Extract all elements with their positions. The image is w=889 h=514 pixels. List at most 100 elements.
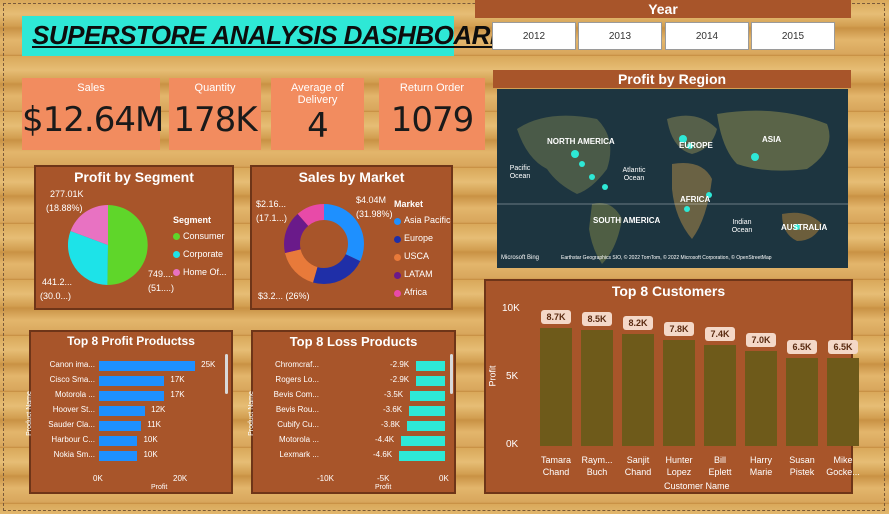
legend-usca-label[interactable]: USCA <box>404 251 429 261</box>
customer-name-label: Mike Gocke... <box>826 455 860 477</box>
profit-product-label: Motorola ... <box>54 390 95 399</box>
legend-home-office-label[interactable]: Home Of... <box>183 267 227 277</box>
kpi-sales-label: Sales <box>77 82 105 94</box>
top-profit-xlabel: Profit <box>151 484 168 491</box>
segment-pie[interactable] <box>68 205 148 285</box>
legend-asia-pacific-icon <box>394 218 401 225</box>
profit-region-map[interactable]: NORTH AMERICA EUROPE ASIA Pacific Ocean … <box>497 89 848 268</box>
market-label-bl: $3.2... (26%) <box>258 291 310 301</box>
market-label-tr: $4.04M <box>356 195 387 205</box>
loss-product-value: -3.5K <box>384 390 404 399</box>
customer-bar[interactable] <box>827 357 859 446</box>
kpi-sales-card: Sales $12.64M <box>22 78 164 150</box>
customer-bar[interactable] <box>704 345 736 446</box>
customer-bar[interactable] <box>622 334 654 446</box>
map-label-pacific: Pacific Ocean <box>509 165 531 180</box>
profit-product-label: Nokia Sm... <box>53 450 95 459</box>
customer-data-label: 8.5K <box>582 312 612 327</box>
loss-product-value: -4.6K <box>373 450 393 459</box>
segment-label-top-pct: (18.88%) <box>46 203 83 213</box>
customer-data-label: 7.0K <box>746 332 776 347</box>
customer-bar[interactable] <box>745 350 777 446</box>
pie-slice-consumer[interactable] <box>107 205 148 285</box>
profit-product-bar[interactable] <box>99 436 138 446</box>
kpi-return-value: 1079 <box>390 100 475 140</box>
kpi-quantity-value: 178K <box>173 100 257 140</box>
loss-product-value: -2.9K <box>390 375 410 384</box>
loss-product-label: Motorola ... <box>278 435 319 444</box>
customer-data-label: 8.2K <box>623 316 653 331</box>
segment-label-left: 441.2... <box>42 277 73 287</box>
profit-product-label: Sauder Cla... <box>48 420 95 429</box>
customer-name-label: Raym... Buch <box>581 455 613 477</box>
profit-product-bar[interactable] <box>99 361 196 371</box>
map-title: Profit by Region <box>493 70 851 88</box>
kpi-quantity-card: Quantity 178K <box>169 78 261 150</box>
legend-latam-label[interactable]: LATAM <box>404 269 433 279</box>
customer-name-label: Harry Marie <box>749 455 773 477</box>
kpi-delivery-value: 4 <box>307 106 329 146</box>
top-loss-xlabel: Profit <box>375 484 392 491</box>
year-option-2012[interactable]: 2012 <box>492 22 576 50</box>
loss-product-bar[interactable] <box>410 391 445 401</box>
loss-product-label: Cubify Cu... <box>277 420 319 429</box>
loss-product-bar[interactable] <box>416 376 445 386</box>
market-label-tl: $2.16... <box>256 199 287 209</box>
loss-product-bar[interactable] <box>401 436 445 446</box>
top-profit-bars[interactable]: Canon ima... 25K Cisco Sma... 17K Motorola .… <box>31 332 231 492</box>
profit-product-value: 17K <box>170 390 185 399</box>
top-customers-bars[interactable]: 8.7K Tamara Chand 8.5K Raym... Buch 8.2K Sanj… <box>486 281 860 492</box>
profit-product-bar[interactable] <box>99 406 146 416</box>
segment-label-top: 277.01K <box>50 189 84 199</box>
profit-product-value: 10K <box>143 450 158 459</box>
customer-name-label: Bill Eplett <box>708 455 732 477</box>
profit-product-label: Hoover St... <box>52 405 95 414</box>
profit-product-bar[interactable] <box>99 421 142 431</box>
legend-corporate-label[interactable]: Corporate <box>183 249 223 259</box>
market-donut[interactable] <box>282 202 366 286</box>
year-option-2013[interactable]: 2013 <box>578 22 662 50</box>
profit-product-bar[interactable] <box>99 376 165 386</box>
loss-product-label: Chromcraf... <box>274 360 319 369</box>
map-label-atlantic: Atlantic Ocean <box>622 167 646 182</box>
loss-product-bar[interactable] <box>409 406 445 416</box>
segment-title: Profit by Segment <box>74 169 194 185</box>
top-loss-xtick-2: 0K <box>439 474 449 483</box>
profit-product-bar[interactable] <box>99 451 138 461</box>
customer-bar[interactable] <box>663 339 695 446</box>
top-loss-scrollbar[interactable] <box>450 354 453 394</box>
loss-product-bar[interactable] <box>399 451 445 461</box>
legend-asia-pacific-label[interactable]: Asia Pacific <box>404 215 451 225</box>
loss-product-label: Bevis Rou... <box>275 405 319 414</box>
legend-home-office-icon <box>173 269 180 276</box>
loss-product-value: -4.4K <box>375 435 395 444</box>
kpi-sales-value: $12.64M <box>22 100 164 140</box>
legend-africa-label[interactable]: Africa <box>404 287 427 297</box>
legend-consumer-label[interactable]: Consumer <box>183 231 225 241</box>
customer-data-label: 7.4K <box>705 327 735 342</box>
legend-europe-label[interactable]: Europe <box>404 233 433 243</box>
year-option-2014[interactable]: 2014 <box>665 22 749 50</box>
year-option-2015[interactable]: 2015 <box>751 22 835 50</box>
top-customers-panel: Top 8 Customers Profit 10K 5K 0K 8.7K Tam… <box>484 279 860 494</box>
customer-bar[interactable] <box>581 330 613 446</box>
profit-product-bar[interactable] <box>99 391 165 401</box>
kpi-return-card: Return Order 1079 <box>379 78 485 150</box>
loss-product-bar[interactable] <box>416 361 445 371</box>
top-customers-xlabel: Customer Name <box>664 481 730 491</box>
top-loss-panel: Top 8 Loss Products Product Name Chromcr… <box>248 330 456 494</box>
market-panel: Sales by Market $2.16... (17.1...) $4.04… <box>250 165 453 310</box>
profit-product-label: Cisco Sma... <box>49 375 95 384</box>
customer-name-label: Tamara Chand <box>540 455 571 477</box>
customer-bar[interactable] <box>540 327 572 446</box>
loss-product-value: -2.9K <box>390 360 410 369</box>
customer-bar[interactable] <box>786 357 818 446</box>
top-loss-bars[interactable]: Chromcraf... -2.9K Rogers Lo... -2.9K Bevis … <box>253 332 453 492</box>
top-loss-xtick-1: -5K <box>377 474 390 483</box>
map-attribution: Earthstar Geographics SIO, © 2022 TomTom… <box>561 255 772 261</box>
loss-product-bar[interactable] <box>407 421 445 431</box>
top-profit-scrollbar[interactable] <box>225 354 228 394</box>
segment-label-right-pct: (51....) <box>148 283 175 293</box>
market-title: Sales by Market <box>298 169 405 185</box>
market-label-tr-pct: (31.98%) <box>356 209 393 219</box>
